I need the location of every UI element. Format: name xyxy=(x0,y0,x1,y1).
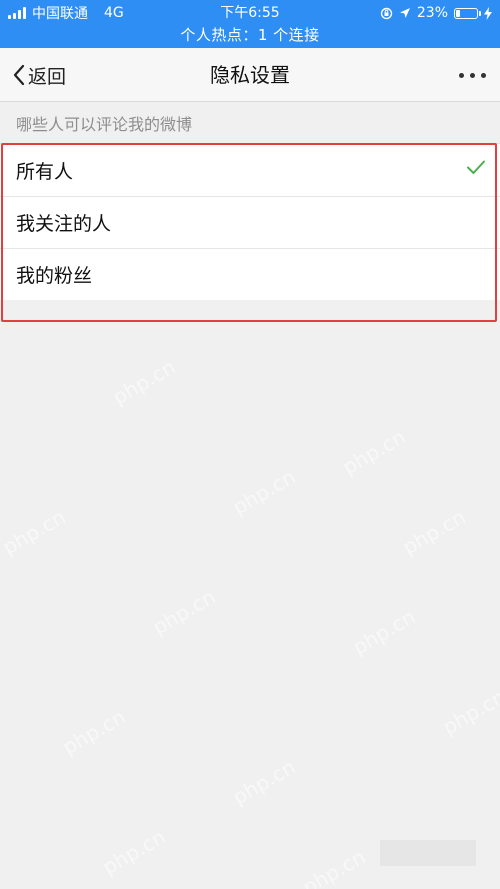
more-dots-icon[interactable] xyxy=(459,48,486,102)
watermark-text: php.cn xyxy=(58,704,130,760)
watermark-text: php.cn xyxy=(398,504,470,560)
corner-smudge xyxy=(380,840,476,866)
watermark-text: php.cn xyxy=(348,604,420,660)
option-my-fans[interactable]: 我的粉丝 xyxy=(0,248,500,300)
page-title: 隐私设置 xyxy=(210,63,290,87)
status-bar: 中国联通 4G 下午6:55 23% 个人热点：1 个连接 xyxy=(0,0,500,48)
chevron-left-icon xyxy=(13,64,25,86)
option-label: 我的粉丝 xyxy=(16,265,93,287)
option-people-i-follow[interactable]: 我关注的人 xyxy=(0,196,500,248)
battery-percent: 23% xyxy=(416,5,448,21)
watermark-text: php.cn xyxy=(108,354,180,410)
back-button[interactable]: 返回 xyxy=(12,48,66,102)
battery-fill xyxy=(456,9,460,17)
orientation-lock-icon xyxy=(380,7,393,19)
option-label: 所有人 xyxy=(16,160,74,183)
charging-bolt-icon xyxy=(484,6,492,20)
status-bar-right: 23% xyxy=(380,4,492,22)
navigation-bar: 返回 隐私设置 xyxy=(0,48,500,102)
checkmark-icon xyxy=(467,160,485,174)
watermark-text: php.cn xyxy=(338,424,410,480)
watermark-text: php.cn xyxy=(98,824,170,880)
location-arrow-icon xyxy=(399,8,410,18)
option-label: 我关注的人 xyxy=(16,213,112,235)
section-header: 哪些人可以评论我的微博 xyxy=(16,115,193,134)
comment-permission-list: 所有人 我关注的人 我的粉丝 xyxy=(0,143,500,320)
watermark-text: php.cn xyxy=(148,584,220,640)
list-bottom-spacer xyxy=(0,300,500,320)
battery-icon xyxy=(454,7,481,19)
watermark-text: php.cn xyxy=(228,464,300,520)
watermark-text: php.cn xyxy=(438,684,500,740)
hotspot-banner[interactable]: 个人热点：1 个连接 xyxy=(0,25,500,45)
watermark-text: php.cn xyxy=(0,504,70,560)
watermark-text: php.cn xyxy=(298,844,370,889)
option-everyone[interactable]: 所有人 xyxy=(0,144,500,196)
watermark-text: php.cn xyxy=(228,754,300,810)
back-label: 返回 xyxy=(28,65,67,88)
